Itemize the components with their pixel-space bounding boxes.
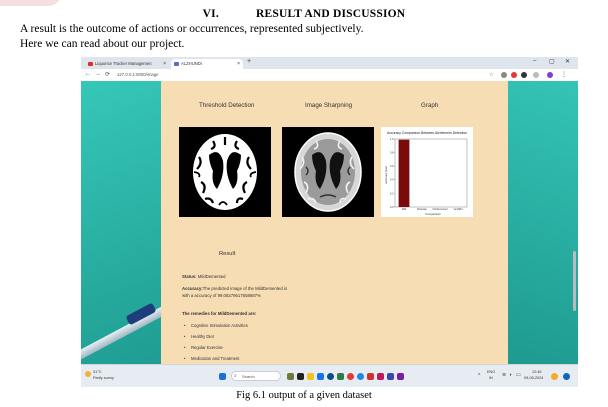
app-panel: Threshold Detection Image Sharpning Grap… [161, 81, 508, 364]
notification-icon[interactable] [551, 373, 558, 380]
result-title: Result [219, 251, 236, 257]
accuracy-label: Accuracy: [182, 286, 203, 291]
app-icon[interactable] [377, 373, 384, 380]
url-field[interactable]: 127.0.0.1:5000/image [117, 72, 159, 77]
forward-icon[interactable]: → [95, 71, 101, 77]
extension-icon[interactable] [521, 72, 527, 78]
app-icon[interactable] [357, 373, 364, 380]
page-favicon-icon [174, 62, 179, 66]
figure-caption: Fig 6.1 output of a given dataset [236, 390, 372, 401]
x-tick-label: Mild [402, 209, 407, 211]
background-photo-right [508, 81, 578, 364]
remedy-item: Healthy Diet [184, 334, 214, 339]
chart-xlabel: Comparision [425, 212, 441, 216]
status-label: Status: [182, 274, 197, 279]
x-tick-label: Moderate [417, 208, 427, 211]
status-line: Status: MildDemented [182, 273, 290, 280]
x-tick-label: VeryMild [454, 208, 464, 211]
remedies-heading: The remedies for MildDemented are: [182, 310, 322, 317]
section-title: RESULT AND DISCUSSION [256, 8, 406, 20]
chart-title: Accuracy Comparison Between Alzheimers D… [387, 131, 467, 135]
close-icon[interactable]: × [163, 59, 166, 69]
y-tick-label: 1.0 [390, 138, 394, 141]
remedy-item: Regular Exercise [184, 345, 223, 350]
windows-start-icon[interactable] [219, 373, 226, 380]
embedded-screenshot: Liquorice Tracker Managemen × ALZHUNDI ×… [81, 57, 578, 387]
bar [398, 139, 410, 207]
minimize-button[interactable]: – [533, 58, 536, 64]
battery-icon[interactable]: ▭ [516, 372, 521, 378]
sharpening-title: Image Sharpning [305, 102, 353, 109]
app-icon[interactable] [297, 373, 304, 380]
app-icon[interactable] [367, 373, 374, 380]
section-heading: VI. RESULT AND DISCUSSION [0, 8, 608, 20]
chrome-icon[interactable] [347, 373, 354, 380]
weather-icon[interactable] [85, 371, 91, 377]
weather-text[interactable]: Partly sunny [93, 376, 114, 380]
new-tab-button[interactable]: + [247, 58, 251, 65]
menu-kebab-icon[interactable]: ⋮ [561, 71, 567, 78]
extension-icon[interactable] [511, 72, 517, 78]
section-number: VI. [202, 8, 219, 20]
remedies-heading-text: The remedies for MildDemented are: [182, 311, 257, 316]
web-content: Threshold Detection Image Sharpning Grap… [81, 81, 578, 364]
weather-temp[interactable]: 31°C [93, 370, 101, 374]
browser-tab-2[interactable]: ALZHUNDI × [171, 59, 243, 69]
wifi-icon[interactable]: ≋ [502, 372, 506, 378]
app-icon[interactable] [317, 373, 324, 380]
extension-icon[interactable] [501, 72, 507, 78]
copilot-icon[interactable] [563, 373, 570, 380]
windows-taskbar: 31°C Partly sunny Search ⌕ ^ ENG IN ≋ ◖ … [81, 364, 578, 387]
threshold-title: Threshold Detection [199, 102, 255, 109]
app-icon[interactable] [327, 373, 334, 380]
speaker-icon[interactable]: ◖ [509, 372, 512, 378]
threshold-image [179, 127, 271, 217]
accuracy-chart: Accuracy Comparison Between Alzheimers D… [381, 127, 473, 217]
extensions-puzzle-icon[interactable] [533, 72, 539, 78]
project-paragraph: Here we can read about our project. [20, 38, 185, 50]
app-icon[interactable] [387, 373, 394, 380]
y-tick-label: 0.6 [390, 165, 394, 168]
reload-icon[interactable]: ⟳ [105, 71, 110, 78]
close-icon[interactable]: × [237, 59, 240, 69]
app-icon[interactable] [337, 373, 344, 380]
clock-date[interactable]: 09-05-2024 [524, 376, 543, 380]
intro-paragraph: A result is the outcome of actions or oc… [20, 23, 364, 35]
region-indicator[interactable]: IN [489, 376, 493, 380]
graph-title: Graph [421, 102, 439, 109]
app-icon[interactable] [287, 373, 294, 380]
tab-1-title: Liquorice Tracker Managemen [95, 61, 152, 66]
x-tick-label: NonDemented [433, 208, 449, 211]
language-indicator[interactable]: ENG [487, 370, 495, 374]
page-corner-decoration [0, 0, 62, 6]
sharpened-image [282, 127, 374, 217]
clock-time[interactable]: 12:46 [532, 370, 542, 374]
profile-avatar[interactable] [547, 72, 553, 78]
remedy-item: Cognitive Stimulation Activities [184, 323, 248, 328]
youtube-icon [88, 62, 93, 66]
file-explorer-icon[interactable] [307, 373, 314, 380]
browser-tab-1[interactable]: Liquorice Tracker Managemen × [85, 59, 169, 69]
tab-2-title: ALZHUNDI [181, 61, 202, 66]
app-icon[interactable] [397, 373, 404, 380]
status-value: MildDemented [197, 274, 226, 279]
y-tick-label: 0.0 [390, 206, 394, 209]
close-window-button[interactable]: ✕ [565, 58, 570, 65]
tray-chevron-icon[interactable]: ^ [478, 373, 480, 379]
scrollbar[interactable] [573, 251, 576, 311]
y-tick-label: 0.2 [390, 192, 394, 195]
y-tick-label: 0.4 [390, 179, 394, 182]
accuracy-chart-svg: Accuracy Comparison Between Alzheimers D… [384, 131, 467, 216]
bookmark-star-icon[interactable]: ☆ [489, 72, 493, 78]
maximize-button[interactable]: ▢ [549, 58, 555, 65]
y-tick-label: 0.8 [390, 152, 394, 155]
search-icon: ⌕ [234, 373, 237, 379]
back-icon[interactable]: ← [85, 71, 91, 77]
search-placeholder: Search [242, 374, 255, 379]
accuracy-line: Accuracy:The predicted image of the Mild… [182, 285, 290, 299]
browser-tab-bar: Liquorice Tracker Managemen × ALZHUNDI ×… [81, 57, 578, 69]
taskbar-search[interactable]: Search [231, 371, 281, 381]
chart-ylabel: accuracy level [384, 166, 388, 184]
remedy-item: Medication and Treatment [184, 356, 239, 361]
